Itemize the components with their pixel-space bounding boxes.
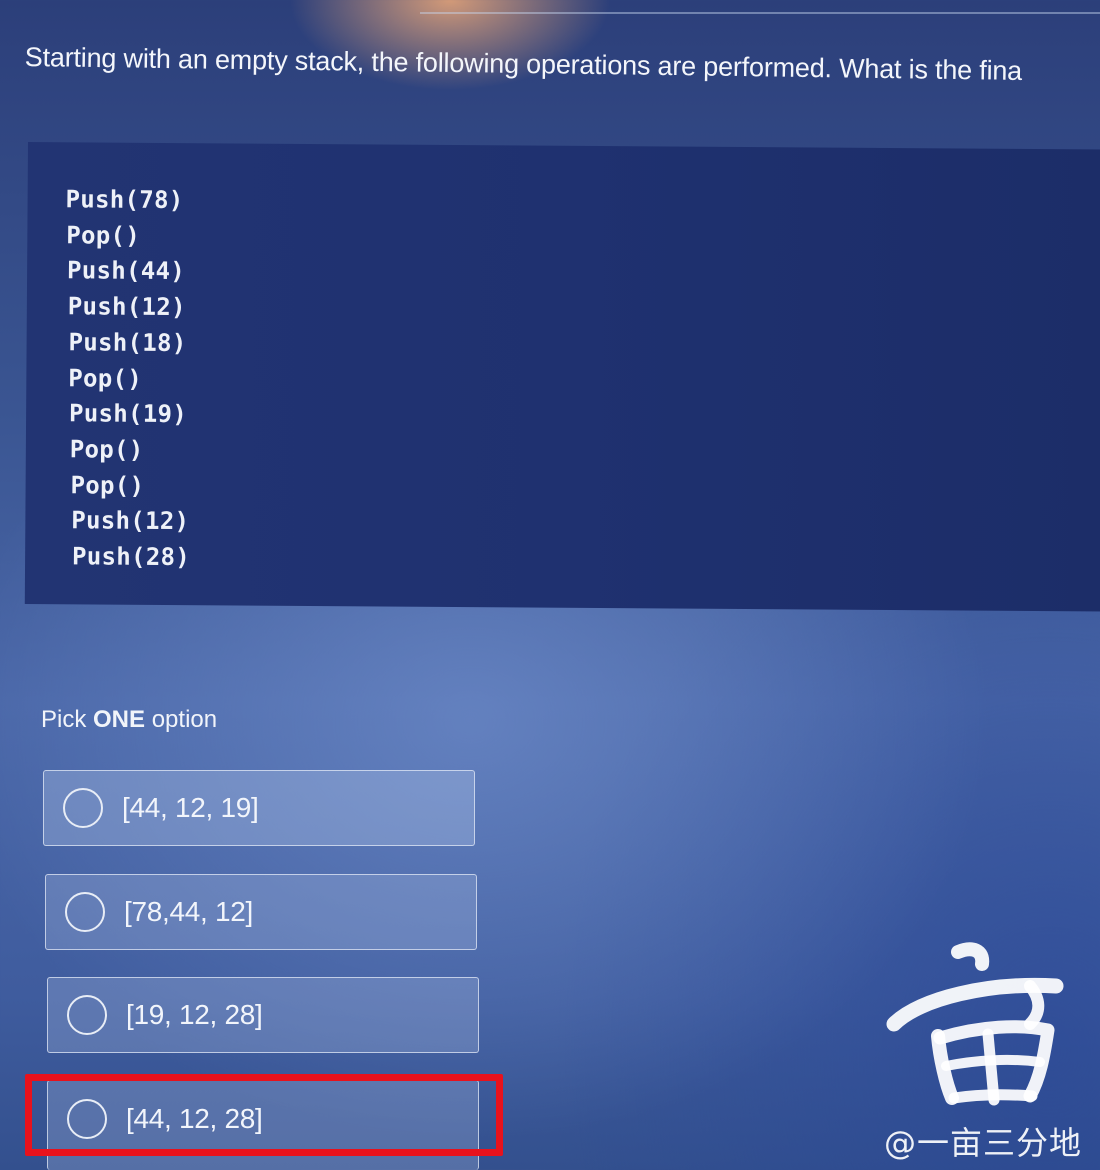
pick-suffix: option bbox=[145, 706, 218, 733]
option-label: [44, 12, 19] bbox=[122, 792, 259, 823]
code-line: Pop() bbox=[69, 435, 144, 464]
option-4[interactable]: [44, 12, 28] bbox=[47, 1080, 479, 1170]
watermark-handle: @一亩三分地 bbox=[883, 1124, 1082, 1162]
code-lines: Push(78) Pop() Push(44) Push(12) Push(18… bbox=[63, 182, 193, 576]
code-line: Push(44) bbox=[67, 256, 186, 286]
option-2[interactable]: [78,44, 12] bbox=[45, 874, 477, 950]
question-text: Starting with an empty stack, the follow… bbox=[24, 42, 1023, 86]
option-1[interactable]: [44, 12, 19] bbox=[43, 770, 475, 846]
option-label: [78,44, 12] bbox=[124, 896, 254, 927]
option-3[interactable]: [19, 12, 28] bbox=[47, 977, 479, 1053]
radio-button-icon[interactable] bbox=[67, 995, 107, 1035]
code-line: Push(28) bbox=[72, 542, 191, 572]
radio-button-icon[interactable] bbox=[67, 1098, 107, 1139]
code-line: Push(78) bbox=[65, 185, 184, 215]
code-block: Push(78) Pop() Push(44) Push(12) Push(18… bbox=[24, 142, 1100, 612]
pick-prefix: Pick bbox=[41, 706, 94, 733]
radio-button-icon[interactable] bbox=[63, 788, 103, 828]
pick-one-label: Pick ONE option bbox=[41, 706, 217, 734]
option-label: [44, 12, 28] bbox=[126, 1102, 263, 1134]
code-line: Push(19) bbox=[69, 399, 188, 429]
option-label: [19, 12, 28] bbox=[126, 999, 263, 1030]
code-line: Push(12) bbox=[67, 292, 186, 322]
code-line: Pop() bbox=[66, 220, 141, 250]
code-line: Pop() bbox=[70, 470, 145, 500]
code-line: Pop() bbox=[68, 363, 143, 393]
radio-button-icon[interactable] bbox=[65, 892, 105, 932]
pick-emphasis: ONE bbox=[93, 706, 146, 733]
top-divider bbox=[420, 12, 1100, 14]
code-line: Push(12) bbox=[71, 506, 190, 536]
watermark-logo-icon bbox=[886, 942, 1064, 1106]
code-line: Push(18) bbox=[68, 328, 187, 357]
